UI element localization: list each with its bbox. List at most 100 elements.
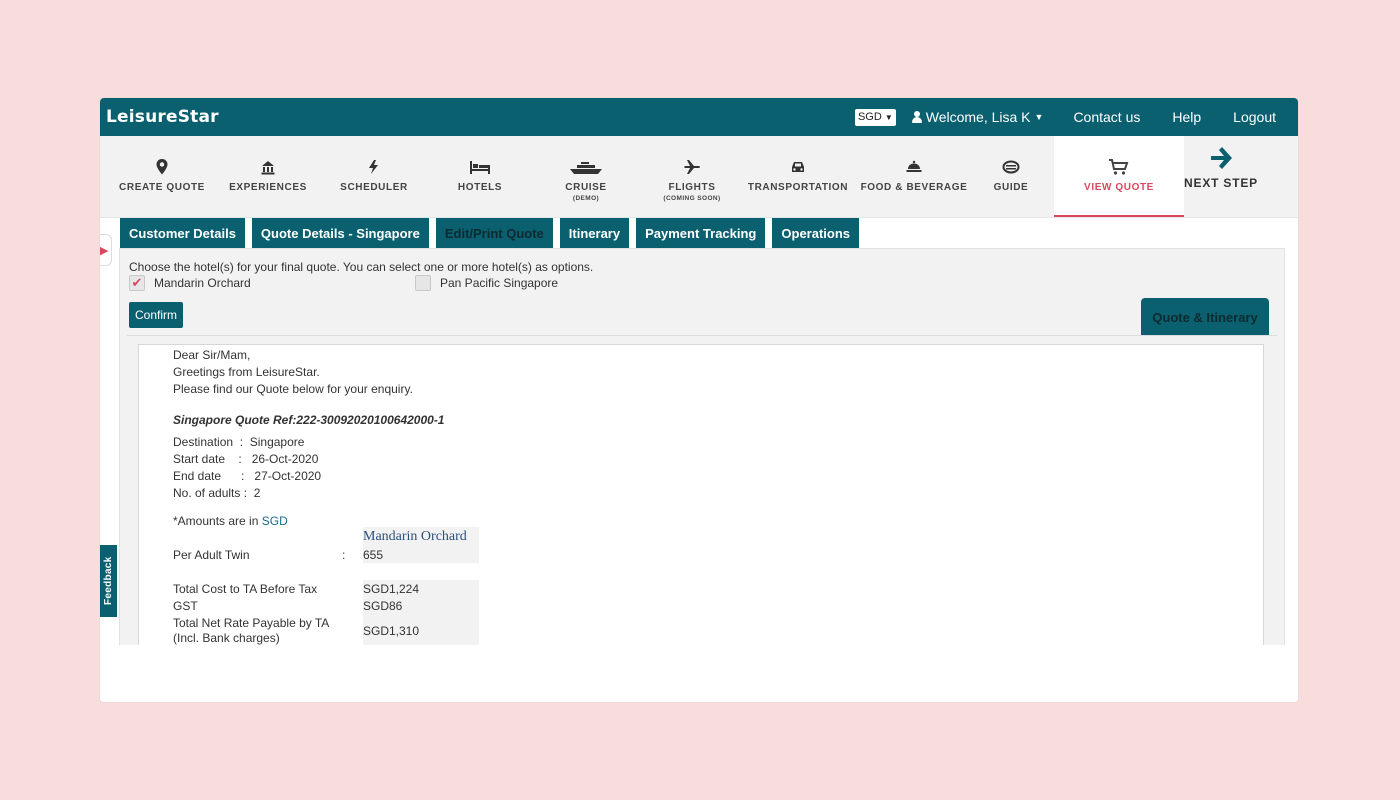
- nav-label: FLIGHTS: [668, 182, 716, 193]
- amounts-currency: SGD: [261, 514, 288, 528]
- gst-label: GST: [173, 599, 198, 613]
- end-date-value: 27-Oct-2020: [254, 469, 322, 483]
- nav-cruise[interactable]: CRUISE (DEMO): [524, 136, 648, 217]
- hotel-option-label: Mandarin Orchard: [154, 276, 251, 290]
- nav-label: EXPERIENCES: [229, 182, 307, 193]
- adults-label: No. of adults: [173, 486, 241, 500]
- user-icon: [911, 111, 922, 123]
- hotel-selection-instruction: Choose the hotel(s) for your final quote…: [129, 260, 594, 274]
- per-adult-label: Per Adult Twin: [173, 548, 250, 562]
- tab-itinerary[interactable]: Itinerary: [559, 218, 630, 249]
- map-pin-icon: [156, 159, 168, 175]
- confirm-button[interactable]: Confirm: [129, 302, 184, 328]
- letter-line: Greetings from LeisureStar.: [173, 365, 320, 379]
- price-hotel-header: Mandarin Orchard: [363, 529, 467, 544]
- side-toggle-tab[interactable]: ▶: [100, 234, 112, 266]
- net-rate-value: SGD1,310: [363, 624, 420, 638]
- bottom-cutoff: [100, 645, 1298, 702]
- car-icon: [792, 162, 804, 172]
- per-adult-colon: :: [342, 548, 346, 562]
- welcome-text: Welcome, Lisa K: [925, 109, 1031, 125]
- nav-label: SCHEDULER: [340, 182, 408, 193]
- feedback-tab[interactable]: Feedback: [100, 545, 117, 617]
- user-menu[interactable]: Welcome, Lisa K ▼: [911, 109, 1043, 125]
- landmark-icon: [261, 161, 275, 175]
- nav-view-quote[interactable]: VIEW QUOTE: [1054, 136, 1184, 217]
- guide-icon: [1002, 160, 1020, 174]
- tab-edit-print-quote[interactable]: Edit/Print Quote: [435, 218, 553, 249]
- nav-sublabel: (DEMO): [572, 195, 600, 202]
- destination-value: Singapore: [249, 435, 305, 449]
- net-rate-label: Total Net Rate Payable by TA: [173, 616, 330, 630]
- net-rate-sublabel: (Incl. Bank charges): [173, 631, 280, 645]
- bolt-icon: [369, 160, 378, 174]
- logout-link[interactable]: Logout: [1233, 109, 1276, 125]
- edit-print-panel: Choose the hotel(s) for your final quote…: [119, 248, 1285, 702]
- tab-operations[interactable]: Operations: [772, 218, 860, 249]
- letter-line: Please find our Quote below for your enq…: [173, 382, 413, 396]
- nav-create-quote[interactable]: CREATE QUOTE: [100, 136, 224, 217]
- top-bar: LeisureStar SGD ▼ Welcome, Lisa K ▼ Cont…: [100, 98, 1298, 136]
- per-adult-value: 655: [363, 548, 384, 562]
- currency-value: SGD: [857, 111, 882, 123]
- nav-label: FOOD & BEVERAGE: [860, 182, 968, 193]
- nav-label: HOTELS: [457, 182, 503, 193]
- amounts-prefix: *Amounts are in: [173, 514, 259, 528]
- end-date-label: End date: [173, 469, 222, 483]
- end-date-row: End date : 27-Oct-2020: [173, 469, 322, 483]
- tab-quote-details[interactable]: Quote Details - Singapore: [251, 218, 429, 249]
- nav-transportation[interactable]: TRANSPORTATION: [736, 136, 860, 217]
- nav-label: CREATE QUOTE: [119, 182, 205, 193]
- hotel-checkbox-unchecked[interactable]: [415, 275, 431, 291]
- help-link[interactable]: Help: [1172, 109, 1201, 125]
- hotel-option-pan-pacific[interactable]: Pan Pacific Singapore: [415, 275, 558, 291]
- quote-tabs: Customer Details Quote Details - Singapo…: [120, 218, 860, 249]
- bed-icon: [470, 161, 490, 174]
- total-before-tax-value: SGD1,224: [363, 582, 420, 596]
- amounts-note: *Amounts are in SGD: [173, 514, 288, 528]
- nav-guide[interactable]: GUIDE: [968, 136, 1054, 217]
- total-before-tax-label: Total Cost to TA Before Tax: [173, 582, 318, 596]
- currency-select[interactable]: SGD ▼: [854, 108, 896, 126]
- chevron-down-icon: ▼: [884, 112, 893, 122]
- nav-hotels[interactable]: HOTELS: [436, 136, 524, 217]
- hotel-checkbox-checked[interactable]: ✔: [129, 275, 145, 291]
- nav-label: CRUISE: [565, 182, 607, 193]
- plane-icon: [684, 160, 700, 174]
- main-nav: CREATE QUOTE EXPERIENCES SCHEDULER HOTEL…: [100, 136, 1298, 218]
- nav-label: GUIDE: [993, 182, 1029, 193]
- start-date-label: Start date: [173, 452, 226, 466]
- adults-row: No. of adults : 2: [173, 486, 261, 500]
- start-date-row: Start date : 26-Oct-2020: [173, 452, 319, 466]
- top-bar-actions: SGD ▼ Welcome, Lisa K ▼ Contact us Help …: [854, 108, 1292, 126]
- price-column-gap: [363, 563, 479, 580]
- tab-payment-tracking[interactable]: Payment Tracking: [636, 218, 766, 249]
- nav-flights[interactable]: FLIGHTS (COMING SOON): [648, 136, 736, 217]
- next-step-label: NEXT STEP: [1184, 176, 1258, 190]
- gst-value: SGD86: [363, 599, 403, 613]
- nav-sublabel: (COMING SOON): [663, 195, 721, 202]
- food-icon: [906, 160, 922, 172]
- nav-scheduler[interactable]: SCHEDULER: [312, 136, 436, 217]
- ship-icon: [570, 162, 602, 174]
- brand-logo[interactable]: LeisureStar: [106, 107, 219, 127]
- hotel-option-label: Pan Pacific Singapore: [440, 276, 559, 290]
- destination-row: Destination : Singapore: [173, 435, 305, 449]
- nav-label: TRANSPORTATION: [747, 182, 849, 193]
- chevron-right-icon: ▶: [100, 245, 109, 257]
- cart-icon: [1109, 159, 1129, 175]
- adults-value: 2: [253, 486, 261, 500]
- quote-itinerary-tab[interactable]: Quote & Itinerary: [1141, 298, 1269, 336]
- hotel-option-mandarin[interactable]: ✔ Mandarin Orchard: [129, 275, 251, 291]
- quote-reference: Singapore Quote Ref:222-3009202010064200…: [173, 413, 445, 427]
- arrow-right-icon: [1211, 147, 1232, 169]
- next-step-button[interactable]: NEXT STEP: [1184, 136, 1258, 217]
- nav-food-beverage[interactable]: FOOD & BEVERAGE: [860, 136, 968, 217]
- nav-label: VIEW QUOTE: [1084, 182, 1154, 193]
- destination-label: Destination: [173, 435, 234, 449]
- start-date-value: 26-Oct-2020: [251, 452, 319, 466]
- contact-us-link[interactable]: Contact us: [1073, 109, 1140, 125]
- app-window: LeisureStar SGD ▼ Welcome, Lisa K ▼ Cont…: [100, 98, 1298, 702]
- nav-experiences[interactable]: EXPERIENCES: [224, 136, 312, 217]
- tab-customer-details[interactable]: Customer Details: [120, 218, 245, 249]
